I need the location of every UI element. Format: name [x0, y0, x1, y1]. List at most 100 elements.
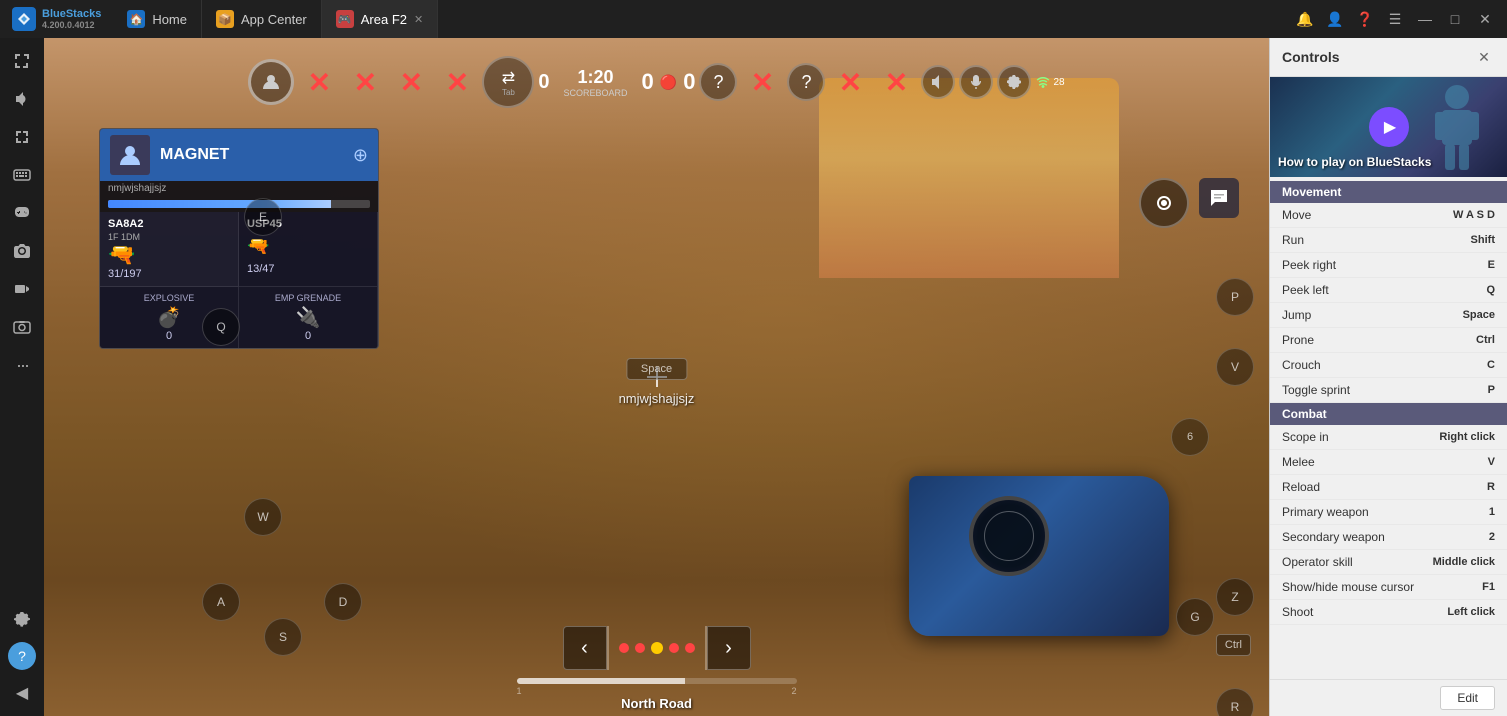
left-btn-s[interactable]: S	[264, 618, 302, 656]
control-key-peek-left: Q	[1486, 284, 1495, 296]
maximize-button[interactable]: □	[1441, 5, 1469, 33]
hud-tab-icon[interactable]: ⇄ Tab	[482, 56, 534, 108]
minimize-button[interactable]: —	[1411, 5, 1439, 33]
video-play-button[interactable]: ▶	[1369, 107, 1409, 147]
control-row-jump[interactable]: Jump Space	[1270, 303, 1507, 328]
control-row-melee[interactable]: Melee V	[1270, 450, 1507, 475]
video-thumbnail[interactable]: ▶ How to play on BlueStacks	[1270, 77, 1507, 177]
hud-top: ✕ ✕ ✕ ✕ ⇄ Tab 0 1:20 SCOREBOARD 0 🔴 0	[44, 38, 1269, 126]
camera2-button[interactable]	[5, 310, 39, 344]
emp-icon: 🔌	[247, 305, 369, 330]
floating-chat-button[interactable]	[1199, 178, 1239, 218]
control-key-toggle-sprint: P	[1488, 384, 1495, 396]
fullscreen-button[interactable]	[5, 44, 39, 78]
nav-dot-4[interactable]	[669, 643, 679, 653]
hud-question1[interactable]: ?	[699, 63, 737, 101]
left-btn-e[interactable]: E	[244, 198, 282, 236]
control-row-secondary-weapon[interactable]: Secondary weapon 2	[1270, 525, 1507, 550]
control-row-prone[interactable]: Prone Ctrl	[1270, 328, 1507, 353]
nav-arrow-left[interactable]: ‹	[563, 626, 607, 670]
control-row-run[interactable]: Run Shift	[1270, 228, 1507, 253]
player-name: MAGNET	[160, 146, 343, 164]
help-button[interactable]: ❓	[1351, 5, 1379, 33]
item-slot-emp[interactable]: EMP GRENADE 🔌 0	[239, 287, 378, 348]
record-button[interactable]	[5, 272, 39, 306]
volume-button[interactable]	[5, 82, 39, 116]
ctrl-button[interactable]: Ctrl	[1216, 634, 1251, 656]
areaf2-tab-close[interactable]: ✕	[414, 13, 423, 26]
control-row-crouch[interactable]: Crouch C	[1270, 353, 1507, 378]
screenshot-button[interactable]	[5, 234, 39, 268]
control-row-show-cursor[interactable]: Show/hide mouse cursor F1	[1270, 575, 1507, 600]
weapon-slot-primary[interactable]: SA8A2 1F 1DM 🔫 31/197	[100, 212, 239, 287]
control-action-move: Move	[1282, 208, 1311, 222]
help2-button[interactable]: ?	[8, 642, 36, 670]
right-btn-z[interactable]: Z	[1216, 578, 1254, 616]
tab-appcenter[interactable]: 📦 App Center	[202, 0, 322, 38]
space-button[interactable]: Space	[626, 358, 687, 380]
left-btn-w[interactable]: W	[244, 498, 282, 536]
hud-wifi: 28	[1035, 76, 1064, 88]
menu-button[interactable]: ☰	[1381, 5, 1409, 33]
nav-arrow-right[interactable]: ›	[707, 626, 751, 670]
control-row-reload[interactable]: Reload R	[1270, 475, 1507, 500]
right-btn-g[interactable]: G	[1176, 598, 1214, 636]
edit-button[interactable]: Edit	[1440, 686, 1495, 710]
expand-button[interactable]	[5, 120, 39, 154]
health-bar	[108, 200, 370, 208]
notification-button[interactable]: 🔔	[1291, 5, 1319, 33]
tab-home[interactable]: 🏠 Home	[113, 0, 202, 38]
right-btn-v[interactable]: V	[1216, 348, 1254, 386]
gamepad-button[interactable]	[5, 196, 39, 230]
hud-settings-icon[interactable]	[997, 65, 1031, 99]
tab-areaf2[interactable]: 🎮 Area F2 ✕	[322, 0, 438, 38]
game-area[interactable]: ✕ ✕ ✕ ✕ ⇄ Tab 0 1:20 SCOREBOARD 0 🔴 0	[44, 38, 1269, 716]
hud-mic-icon[interactable]	[959, 65, 993, 99]
hud-x6[interactable]: ✕	[829, 61, 871, 103]
right-btn-6[interactable]: 6	[1171, 418, 1209, 456]
hud-x1[interactable]: ✕	[298, 61, 340, 103]
keyboard-button[interactable]	[5, 158, 39, 192]
nav-dot-1[interactable]	[619, 643, 629, 653]
left-btn-q[interactable]: Q	[202, 308, 240, 346]
control-row-operator-skill[interactable]: Operator skill Middle click	[1270, 550, 1507, 575]
nav-dot-5[interactable]	[685, 643, 695, 653]
hud-x4[interactable]: ✕	[436, 61, 478, 103]
back-button[interactable]: ◀	[5, 676, 39, 710]
hud-volume-icon[interactable]	[921, 65, 955, 99]
hud-x7[interactable]: ✕	[875, 61, 917, 103]
settings-button[interactable]	[5, 602, 39, 636]
hud-x2[interactable]: ✕	[344, 61, 386, 103]
account-button[interactable]: 👤	[1321, 5, 1349, 33]
control-row-peek-left[interactable]: Peek left Q	[1270, 278, 1507, 303]
nav-dot-2[interactable]	[635, 643, 645, 653]
floating-camera-button[interactable]	[1139, 178, 1189, 228]
nav-dot-3[interactable]	[651, 642, 663, 654]
hud-x5[interactable]: ✕	[741, 61, 783, 103]
hud-question2[interactable]: ?	[787, 63, 825, 101]
control-key-peek-right: E	[1488, 259, 1495, 271]
control-row-toggle-sprint[interactable]: Toggle sprint P	[1270, 378, 1507, 403]
control-action-operator-skill: Operator skill	[1282, 555, 1353, 569]
primary-weapon-ammo: 31/197	[108, 268, 230, 280]
close-button[interactable]: ✕	[1471, 5, 1499, 33]
controls-close-button[interactable]: ✕	[1473, 46, 1495, 68]
hud-operator-icon[interactable]	[248, 59, 294, 105]
control-action-show-cursor: Show/hide mouse cursor	[1282, 580, 1414, 594]
bluestacks-name: BlueStacks	[42, 8, 101, 20]
more-button[interactable]: ···	[5, 348, 39, 382]
control-action-shoot: Shoot	[1282, 605, 1313, 619]
left-btn-d[interactable]: D	[324, 583, 362, 621]
secondary-weapon-icon: 🔫	[247, 236, 369, 257]
control-key-move: W A S D	[1453, 209, 1495, 221]
right-btn-p[interactable]: P	[1216, 278, 1254, 316]
control-row-primary-weapon[interactable]: Primary weapon 1	[1270, 500, 1507, 525]
control-row-move[interactable]: Move W A S D	[1270, 203, 1507, 228]
left-btn-a[interactable]: A	[202, 583, 240, 621]
control-row-peek-right[interactable]: Peek right E	[1270, 253, 1507, 278]
emp-name: EMP GRENADE	[247, 293, 369, 303]
hud-x3[interactable]: ✕	[390, 61, 432, 103]
control-row-scope[interactable]: Scope in Right click	[1270, 425, 1507, 450]
controls-list: Movement Move W A S D Run Shift Peek rig…	[1270, 177, 1507, 679]
control-row-shoot[interactable]: Shoot Left click	[1270, 600, 1507, 625]
